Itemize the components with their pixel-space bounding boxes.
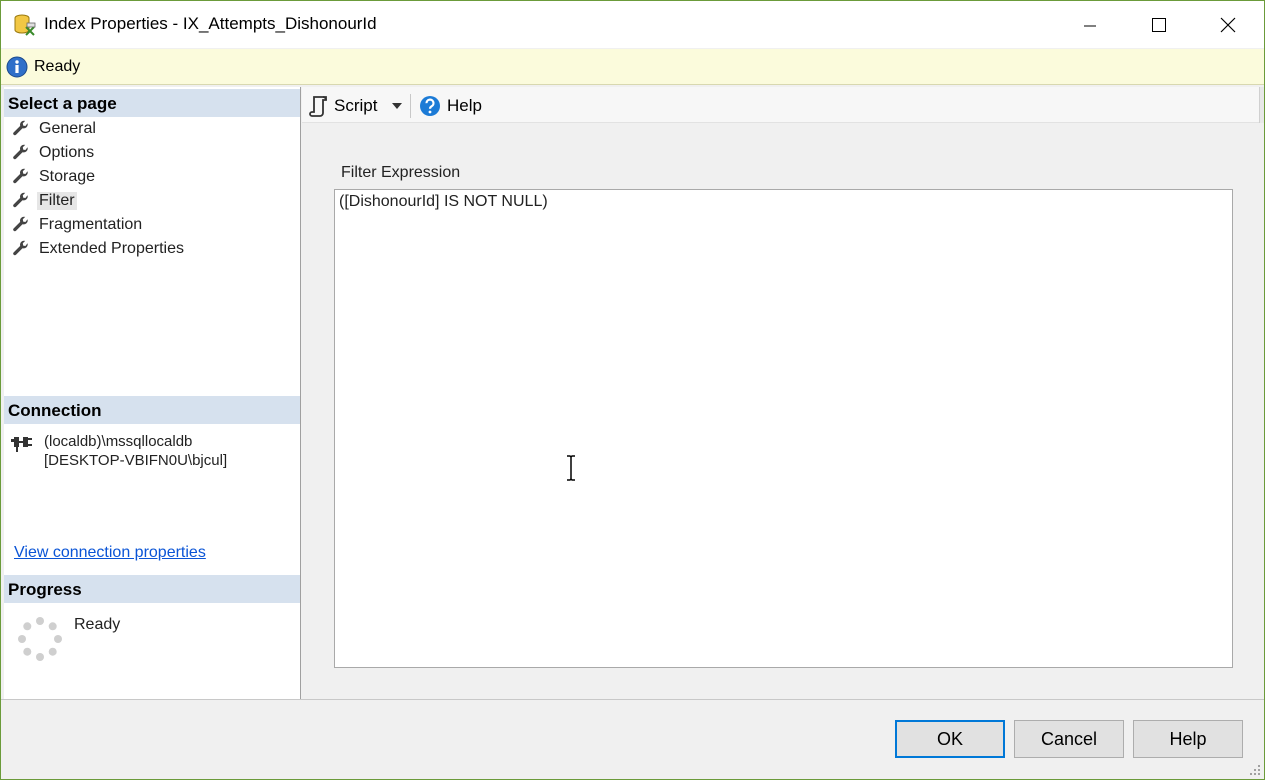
page-item-general[interactable]: General <box>4 117 300 141</box>
progress-status: Ready <box>74 616 121 633</box>
close-button[interactable] <box>1194 1 1262 48</box>
connection-info: (localdb)\mssqllocaldb [DESKTOP-VBIFN0U\… <box>10 429 300 479</box>
window-title: Index Properties - IX_Attempts_Dishonour… <box>44 14 377 33</box>
chevron-down-icon[interactable] <box>392 103 402 109</box>
page-item-storage[interactable]: Storage <box>4 165 300 189</box>
filter-expression-label: Filter Expression <box>341 164 461 181</box>
progress-spinner-icon <box>18 617 62 661</box>
scrollbar[interactable] <box>1259 87 1264 123</box>
page-item-label: General <box>39 120 96 137</box>
select-page-header: Select a page <box>4 89 300 117</box>
page-item-filter[interactable]: Filter <box>4 189 300 213</box>
resize-grip-icon[interactable] <box>1249 764 1261 776</box>
page-item-fragmentation[interactable]: Fragmentation <box>4 213 300 237</box>
page-item-options[interactable]: Options <box>4 141 300 165</box>
script-icon[interactable] <box>309 95 329 117</box>
index-properties-window: Index Properties - IX_Attempts_Dishonour… <box>0 0 1265 780</box>
maximize-button[interactable] <box>1125 1 1193 48</box>
minimize-button[interactable] <box>1056 1 1124 48</box>
page-item-label: Options <box>39 144 95 161</box>
plug-icon <box>11 437 32 452</box>
connection-header: Connection <box>4 396 300 424</box>
wrench-icon <box>13 240 28 256</box>
filter-expression-text: ([DishonourId] IS NOT NULL) <box>339 193 548 210</box>
wrench-icon <box>13 216 28 232</box>
title-bar[interactable]: Index Properties - IX_Attempts_Dishonour… <box>1 1 1264 48</box>
database-index-icon <box>14 14 36 36</box>
wrench-icon <box>13 168 28 184</box>
view-connection-properties-link[interactable]: View connection properties <box>14 544 206 562</box>
dialog-button-bar: OK Cancel Help <box>1 699 1264 779</box>
connection-user: [DESKTOP-VBIFN0U\bjcul] <box>44 452 228 469</box>
filter-expression-input[interactable]: ([DishonourId] IS NOT NULL) <box>334 189 1233 668</box>
page-item-label: Filter <box>37 192 77 210</box>
info-icon <box>6 56 28 78</box>
help-icon[interactable] <box>419 95 441 117</box>
wrench-icon <box>13 144 28 160</box>
ok-button[interactable]: OK <box>895 720 1005 758</box>
left-panel: Select a page General Options Storage Fi… <box>4 87 301 699</box>
maximize-icon <box>1152 17 1166 32</box>
help-button[interactable]: Help <box>447 96 482 116</box>
status-text: Ready <box>34 58 81 75</box>
page-item-label: Fragmentation <box>39 216 143 233</box>
right-panel: Script Help Filter Expression ([Dishonou… <box>302 87 1264 699</box>
toolbar-separator <box>410 94 411 118</box>
page-list: General Options Storage Filter Fragmenta… <box>4 117 300 261</box>
minimize-icon <box>1084 25 1096 26</box>
cancel-button[interactable]: Cancel <box>1014 720 1124 758</box>
toolbar: Script Help <box>302 87 1260 123</box>
page-item-extended-properties[interactable]: Extended Properties <box>4 237 300 261</box>
status-bar: Ready <box>1 49 1264 85</box>
text-cursor-icon <box>567 455 575 481</box>
connection-server: (localdb)\mssqllocaldb <box>44 433 193 450</box>
close-icon <box>1220 17 1236 32</box>
script-button[interactable]: Script <box>334 96 377 116</box>
page-item-label: Extended Properties <box>39 240 184 257</box>
wrench-icon <box>13 120 28 136</box>
help-dialog-button[interactable]: Help <box>1133 720 1243 758</box>
wrench-icon <box>13 192 28 208</box>
page-item-label: Storage <box>39 168 96 185</box>
progress-header: Progress <box>4 575 300 603</box>
